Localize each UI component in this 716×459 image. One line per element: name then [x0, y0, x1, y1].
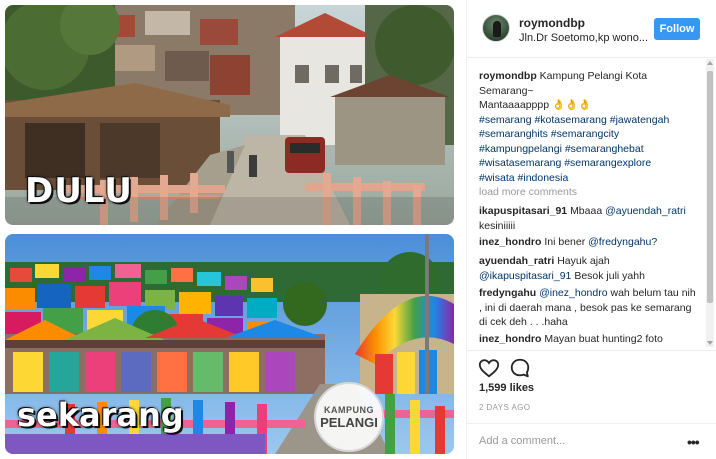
likes-count[interactable]: 1,599 likes: [479, 382, 534, 394]
hashtag-line[interactable]: #kampungpelangi #semaranghebat: [479, 143, 644, 155]
comment-username[interactable]: inez_hondro: [479, 236, 541, 248]
photo-after: sekarang KAMPUNG PELANGI: [5, 234, 454, 454]
scroll-thumb[interactable]: [707, 71, 713, 303]
comment-text: Hayuk ajah: [557, 255, 610, 267]
hashtag-line[interactable]: #semaranghits #semarangcity: [479, 128, 619, 140]
comment-mention[interactable]: @fredyngahu?: [588, 236, 657, 248]
more-options-icon[interactable]: •••: [687, 434, 700, 450]
post-caption: roymondbp Kampung Pelangi Kota Semarang~…: [479, 69, 701, 185]
caption-text-2: Mantaaaapppp 👌👌👌: [479, 99, 592, 111]
comment-mention[interactable]: @ikapuspitasari_91: [479, 270, 571, 282]
post-actions: 1,599 likes 2 DAYS AGO: [467, 350, 716, 422]
comment-item: ikapuspitasari_91 Mbaaa @ayuendah_ratri …: [479, 204, 701, 233]
hashtag-line[interactable]: #wisata #indonesia: [479, 172, 568, 184]
caption-username[interactable]: roymondbp: [479, 70, 537, 82]
post-photo[interactable]: DULU sekarang KAMPUNG PELANGI: [0, 0, 459, 459]
avatar[interactable]: [482, 14, 510, 42]
logo-line1: KAMPUNG: [324, 404, 374, 415]
comment-icon[interactable]: [509, 357, 531, 379]
post-header: roymondbp Jln.Dr Soetomo,kp wono... Foll…: [467, 0, 716, 58]
comment-username[interactable]: fredyngahu: [479, 287, 536, 299]
comment-mention[interactable]: @inez_hondro: [539, 287, 607, 299]
add-comment-bar: Add a comment... •••: [467, 423, 716, 459]
kampung-pelangi-logo: KAMPUNG PELANGI: [314, 382, 384, 452]
comment-text: Mayan buat hunting2 foto: [544, 333, 663, 345]
comment-mention[interactable]: @ayuendah_ratri: [605, 205, 686, 217]
comment-text: Ini bener: [544, 236, 586, 248]
after-caption: sekarang: [17, 396, 184, 434]
follow-button[interactable]: Follow: [654, 18, 700, 40]
comment-text: kesiniiiii: [479, 219, 516, 232]
header-location[interactable]: Jln.Dr Soetomo,kp wono...: [519, 32, 648, 44]
heart-icon[interactable]: [478, 357, 500, 379]
post-sidebar: roymondbp Jln.Dr Soetomo,kp wono... Foll…: [466, 0, 716, 459]
comment-item: inez_hondro Mayan buat hunting2 foto: [479, 332, 701, 347]
comments-section: roymondbp Kampung Pelangi Kota Semarang~…: [467, 59, 705, 347]
comments-scrollbar[interactable]: [706, 59, 714, 347]
comment-text: Besok juli yahh: [574, 269, 645, 282]
header-username[interactable]: roymondbp: [519, 16, 585, 30]
scroll-up-icon[interactable]: [707, 61, 713, 65]
hashtag-line[interactable]: #wisatasemarang #semarangexplore: [479, 157, 651, 169]
logo-line2: PELANGI: [320, 414, 378, 430]
load-more-comments[interactable]: load more comments: [479, 186, 577, 198]
comment-item: fredyngahu @inez_hondro wah belum tau ni…: [479, 286, 701, 330]
photo-before: DULU: [5, 5, 454, 225]
comment-username[interactable]: ikapuspitasari_91: [479, 205, 567, 217]
hashtag-line[interactable]: #semarang #kotasemarang #jawatengah: [479, 114, 669, 126]
comment-text: Mbaaa: [570, 205, 603, 217]
before-caption: DULU: [25, 171, 133, 211]
comment-username[interactable]: inez_hondro: [479, 333, 541, 345]
comment-item: inez_hondro Ini bener @fredyngahu?: [479, 235, 701, 250]
scroll-down-icon[interactable]: [707, 341, 713, 345]
post-time[interactable]: 2 DAYS AGO: [479, 403, 530, 412]
comment-item: ayuendah_ratri Hayuk ajah @ikapuspitasar…: [479, 254, 701, 283]
comment-username[interactable]: ayuendah_ratri: [479, 255, 554, 267]
add-comment-input[interactable]: Add a comment...: [479, 435, 565, 447]
